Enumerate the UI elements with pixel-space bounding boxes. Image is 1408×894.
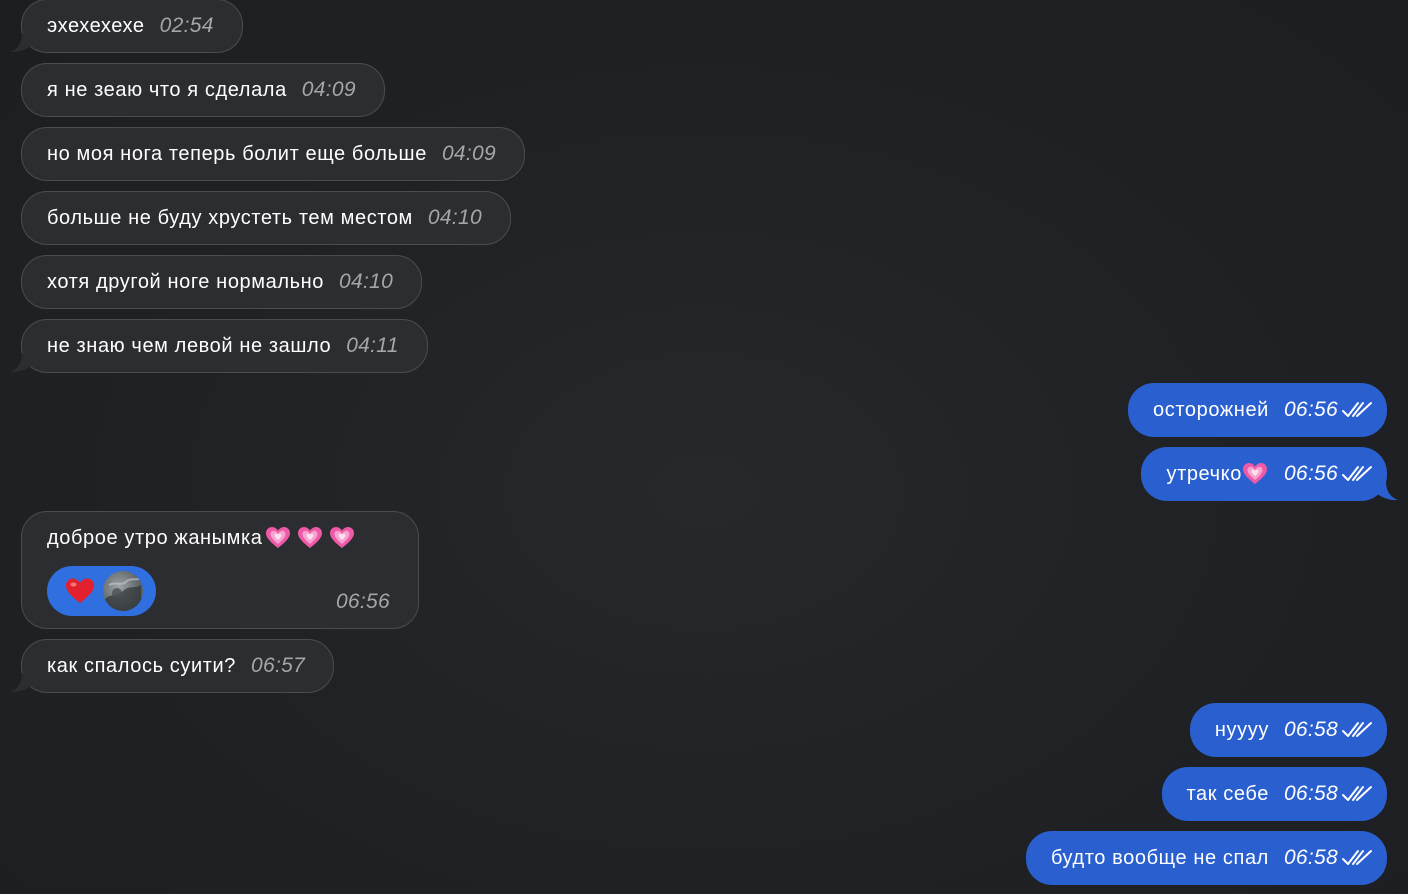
message-time: 06:56 <box>1283 398 1338 421</box>
sparkling-heart-icon <box>265 525 291 551</box>
message-text: как спалось суити? <box>47 654 236 677</box>
sparkling-heart-icon <box>1242 461 1268 487</box>
message-text: но моя нога теперь болит еще больше <box>47 142 427 165</box>
double-check-icon <box>1341 848 1373 868</box>
message-text: больше не буду хрустеть тем местом <box>47 206 413 229</box>
message-text: утречко <box>1166 462 1242 485</box>
message-time: 06:56 <box>1283 462 1338 485</box>
message-text: нуууу <box>1214 718 1269 741</box>
chat-window: эхехехехе 02:54 я не зеаю что я сделала … <box>0 0 1408 894</box>
message-time: 04:10 <box>427 206 482 229</box>
message-incoming[interactable]: доброе утро жанымка 06:56 <box>21 511 419 629</box>
message-incoming[interactable]: как спалось суити? 06:57 <box>21 639 335 693</box>
message-text: эхехехехе <box>47 14 145 37</box>
message-outgoing[interactable]: нуууу 06:58 <box>1189 703 1387 757</box>
message-outgoing[interactable]: утречко 06:56 <box>1141 447 1387 501</box>
message-incoming[interactable]: эхехехехе 02:54 <box>21 0 243 53</box>
message-time: 06:58 <box>1283 718 1338 741</box>
double-check-icon <box>1341 784 1373 804</box>
bubble-tail <box>1376 481 1398 501</box>
double-check-icon <box>1341 464 1373 484</box>
message-text: доброе утро жанымка <box>47 526 263 549</box>
message-time: 04:09 <box>441 142 496 165</box>
sparkling-heart-icon <box>329 525 355 551</box>
bubble-tail <box>10 353 32 373</box>
message-text: не знаю чем левой не зашло <box>47 334 332 357</box>
message-incoming[interactable]: я не зеаю что я сделала 04:09 <box>21 63 385 117</box>
message-outgoing[interactable]: будто вообще не спал 06:58 <box>1025 831 1387 885</box>
message-text: будто вообще не спал <box>1050 846 1269 869</box>
message-outgoing[interactable]: осторожней 06:56 <box>1128 383 1387 437</box>
message-text: я не зеаю что я сделала <box>47 78 287 101</box>
message-text: так себе <box>1186 782 1269 805</box>
message-time: 06:57 <box>251 654 306 677</box>
avatar <box>103 571 143 611</box>
double-check-icon <box>1341 720 1373 740</box>
red-heart-icon <box>65 577 95 605</box>
message-time: 04:10 <box>339 270 394 293</box>
double-check-icon <box>1341 400 1373 420</box>
sparkling-heart-icon <box>297 525 323 551</box>
message-time: 06:58 <box>1283 782 1338 805</box>
bubble-tail <box>10 673 32 693</box>
message-text: хотя другой ноге нормально <box>47 270 325 293</box>
reaction-pill[interactable] <box>47 566 156 616</box>
message-outgoing[interactable]: так себе 06:58 <box>1161 767 1387 821</box>
message-time: 06:58 <box>1283 846 1338 869</box>
bubble-tail <box>10 33 32 53</box>
message-incoming[interactable]: больше не буду хрустеть тем местом 04:10 <box>21 191 511 245</box>
message-text: осторожней <box>1153 398 1269 421</box>
message-time: 02:54 <box>159 14 214 37</box>
message-time: 06:56 <box>335 590 390 613</box>
message-incoming[interactable]: хотя другой ноге нормально 04:10 <box>21 255 423 309</box>
message-incoming[interactable]: не знаю чем левой не зашло 04:11 <box>21 319 428 373</box>
message-time: 04:09 <box>301 78 356 101</box>
message-incoming[interactable]: но моя нога теперь болит еще больше 04:0… <box>21 127 525 181</box>
message-time: 04:11 <box>346 334 399 357</box>
